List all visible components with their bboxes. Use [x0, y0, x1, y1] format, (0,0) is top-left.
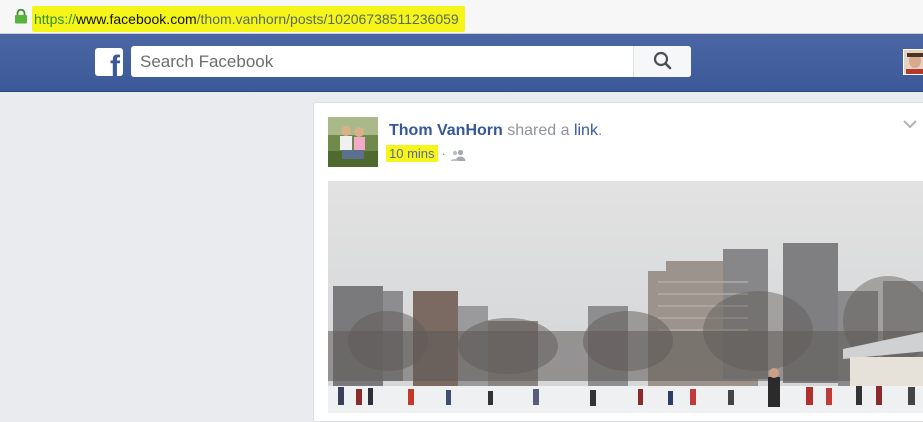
profile-avatar-image	[904, 50, 923, 74]
search-button[interactable]	[633, 46, 691, 77]
author-photo	[328, 117, 378, 167]
url-path: /thom.vanhorn/posts/10206738511236059	[196, 11, 459, 27]
meta-separator: ·	[441, 146, 446, 161]
facebook-top-bar: f	[0, 34, 923, 92]
profile-avatar[interactable]	[903, 49, 923, 75]
facebook-logo-letter: f	[110, 50, 120, 77]
skating-rink-photo	[328, 181, 923, 413]
chevron-down-icon[interactable]	[902, 119, 918, 129]
post-meta: 10 mins ·	[386, 145, 466, 165]
url-scheme: https://	[34, 11, 77, 27]
lock-icon	[15, 9, 27, 24]
post-author-avatar[interactable]	[328, 117, 378, 167]
url-host: www.facebook.com	[76, 11, 197, 27]
search-icon	[653, 51, 672, 70]
shared-link[interactable]: link	[574, 122, 598, 139]
post-timestamp[interactable]: 10 mins	[386, 145, 438, 162]
action-end: .	[597, 122, 603, 139]
post-header-line: Thom VanHorn shared a link.	[389, 122, 602, 140]
browser-address-bar[interactable]: https://www.facebook.com/thom.vanhorn/po…	[0, 0, 923, 34]
action-text: shared a	[502, 122, 574, 139]
facebook-logo[interactable]: f	[95, 48, 123, 76]
url-text[interactable]: https://www.facebook.com/thom.vanhorn/po…	[32, 6, 465, 32]
friends-icon[interactable]	[450, 149, 466, 161]
shared-link-image[interactable]	[328, 181, 923, 413]
post-card: Thom VanHorn shared a link. 10 mins ·	[313, 102, 923, 422]
author-name-link[interactable]: Thom VanHorn	[389, 122, 503, 139]
search-input[interactable]	[131, 46, 633, 77]
search-box	[131, 46, 691, 77]
